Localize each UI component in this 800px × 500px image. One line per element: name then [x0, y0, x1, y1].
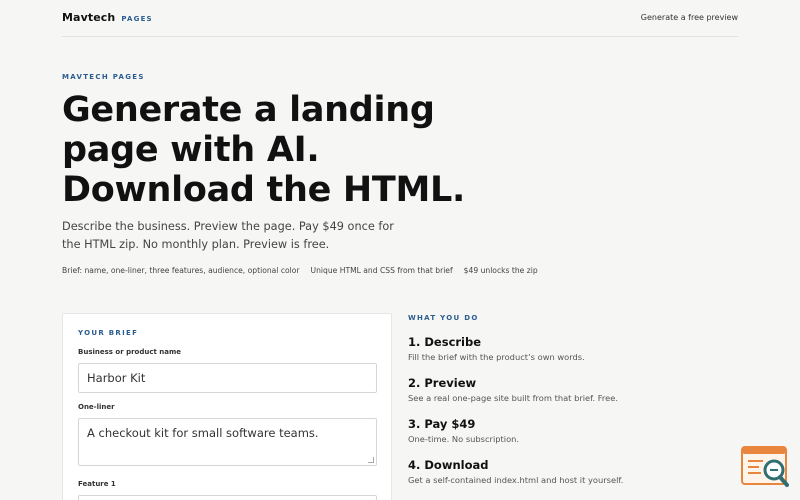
brand-logo[interactable]: Mavtech PAGES [62, 11, 153, 24]
step-desc: See a real one-page site built from that… [408, 393, 618, 403]
brand-tag: PAGES [121, 15, 153, 23]
hero-eyebrow: MAVTECH PAGES [62, 73, 145, 81]
one-liner-textarea[interactable]: A checkout kit for small software teams. [78, 418, 377, 466]
step-item: 3. Pay $49 One-time. No subscription. [408, 417, 519, 444]
top-bar: Mavtech PAGES Generate a free preview [62, 0, 738, 37]
generate-preview-link[interactable]: Generate a free preview [641, 13, 738, 22]
step-title: 1. Describe [408, 335, 482, 349]
feature-list: Brief: name, one-liner, three features, … [62, 266, 538, 275]
feature-item: Unique HTML and CSS from that brief [310, 266, 453, 275]
feature-item: Brief: name, one-liner, three features, … [62, 266, 300, 275]
step-title: 4. Download [408, 458, 489, 472]
hero-headline: Generate a landing page with AI. Downloa… [62, 90, 482, 210]
name-label: Business or product name [78, 348, 182, 356]
headline-line: Download the HTML. [62, 170, 466, 210]
headline-line: page with AI. [62, 130, 320, 170]
name-input[interactable] [78, 363, 377, 393]
one-liner-label: One-liner [78, 403, 115, 411]
feature-1-label: Feature 1 [78, 480, 116, 488]
brief-title: YOUR BRIEF [78, 329, 139, 337]
step-item: 2. Preview See a real one-page site buil… [408, 376, 618, 403]
feature-1-input[interactable] [78, 495, 377, 500]
feature-item: $49 unlocks the zip [463, 266, 538, 275]
steps-title: WHAT YOU DO [408, 314, 479, 322]
one-liner-text: A checkout kit for small software teams. [87, 426, 319, 440]
page-search-icon[interactable] [741, 446, 789, 488]
step-title: 3. Pay $49 [408, 417, 476, 431]
step-title: 2. Preview [408, 376, 477, 390]
resize-grip-icon[interactable] [368, 457, 374, 463]
hero-subcopy: Describe the business. Preview the page.… [62, 220, 394, 251]
step-desc: Get a self-contained index.html and host… [408, 475, 624, 485]
headline-line: Generate a landing [62, 90, 435, 130]
brand-name: Mavtech [62, 11, 116, 24]
step-desc: One-time. No subscription. [408, 434, 520, 444]
brief-form: YOUR BRIEF Business or product name One-… [62, 313, 392, 500]
page-search-icon-graphic [741, 446, 789, 487]
step-desc: Fill the brief with the product’s own wo… [408, 352, 585, 362]
step-item: 4. Download Get a self-contained index.h… [408, 458, 623, 485]
step-item: 1. Describe Fill the brief with the prod… [408, 335, 585, 362]
